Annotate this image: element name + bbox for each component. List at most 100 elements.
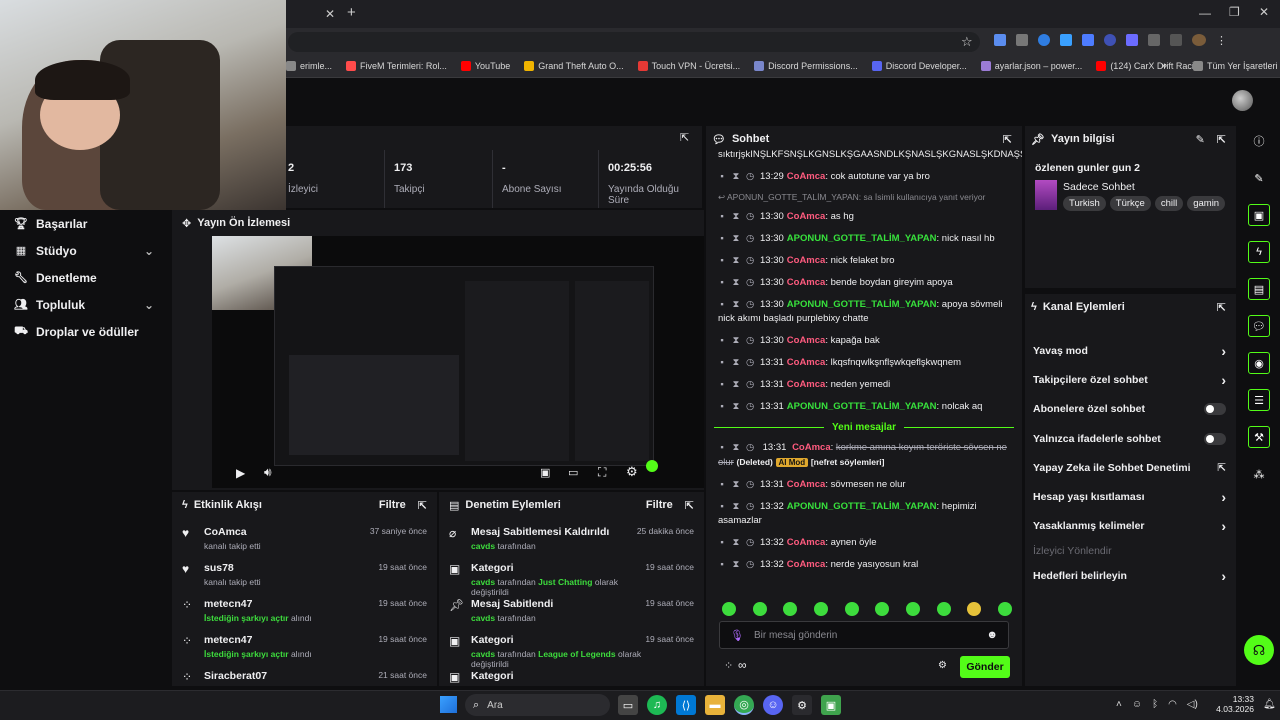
mod-action-item[interactable]: ▣ Kategori cavds tarafından League of Lege… — [439, 630, 704, 669]
discord-icon[interactable]: ☺ — [763, 695, 783, 715]
timeout-icon[interactable]: ⧗ — [732, 276, 740, 290]
volume-icon[interactable]: 🔊︎ — [264, 465, 272, 480]
discord-tray-icon[interactable]: ☺ — [1132, 699, 1142, 710]
list-icon[interactable]: ☰ — [1248, 389, 1270, 411]
activity-user[interactable]: metecn47 — [204, 598, 378, 610]
file-explorer-icon[interactable]: ▬ — [705, 695, 725, 715]
extension-icon[interactable] — [994, 34, 1006, 46]
chat-username[interactable]: APONUN_GOTTE_TALİM_YAPAN — [787, 299, 937, 310]
emoji-picker-icon[interactable]: ☻ — [986, 629, 998, 641]
emote-icon[interactable] — [936, 602, 951, 616]
pip-icon[interactable]: ▣ — [540, 466, 550, 479]
popout-icon[interactable]: ⇱ — [685, 499, 694, 512]
activity-item[interactable]: ⁘ metecn47 İstediğin şarkıyı açtır alındı 1… — [172, 594, 437, 630]
notification-icon[interactable]: 🔔︎ — [1263, 699, 1276, 710]
delete-icon[interactable]: ▪ — [718, 334, 726, 348]
volume-icon[interactable]: ◁) — [1187, 699, 1198, 710]
chat-message-deleted[interactable]: ▪ ⧗ ◷ 13:31 CoAmca: korkme amına koyım ter… — [706, 437, 1022, 474]
chat-username[interactable]: CoAmca — [787, 335, 826, 346]
bookmark-item[interactable]: Touch VPN - Ücretsi... — [637, 61, 740, 71]
info-icon[interactable]: ⓘ — [1248, 130, 1270, 152]
timeout-icon[interactable]: ⧗ — [732, 210, 740, 224]
chat-message[interactable]: ▪ ⧗ ◷ 13:30 CoAmca: kapağa bak — [706, 330, 1022, 352]
bookmark-item[interactable]: Discord Permissions... — [754, 61, 858, 71]
channel-action-row[interactable]: Hedefleri belirleyin › — [1025, 561, 1236, 590]
emote-icon[interactable] — [875, 602, 890, 616]
emote-icon[interactable] — [967, 602, 982, 616]
timeout-icon[interactable]: ⧗ — [732, 298, 740, 312]
popout-icon[interactable]: ⇱ — [680, 131, 689, 144]
delete-icon[interactable]: ▪ — [718, 298, 726, 312]
profile-switch-icon[interactable] — [1170, 34, 1182, 46]
popout-icon[interactable]: ⇱ — [1217, 301, 1226, 314]
chat-username[interactable]: APONUN_GOTTE_TALİM_YAPAN — [787, 401, 937, 412]
chat-username[interactable]: CoAmca — [787, 255, 826, 266]
chat-username[interactable]: CoAmca — [787, 277, 826, 288]
activity-user[interactable]: sus78 — [204, 562, 378, 574]
extension-icon[interactable] — [1016, 34, 1028, 46]
delete-icon[interactable]: ▪ — [718, 210, 726, 224]
chat-username[interactable]: CoAmca — [792, 442, 831, 453]
delete-icon[interactable]: ▪ — [718, 400, 726, 414]
delete-icon[interactable]: ▪ — [718, 536, 726, 550]
settings-app-icon[interactable]: ⚙ — [792, 695, 812, 715]
activity-item[interactable]: ♥ sus78 kanalı takip etti 19 saat önce — [172, 558, 437, 594]
emote-icon[interactable] — [997, 602, 1012, 616]
timeout-icon[interactable]: ⧗ — [732, 356, 740, 370]
menu-kebab-icon[interactable]: ⋮ — [1216, 34, 1227, 47]
star-icon[interactable]: ☆ — [961, 34, 973, 50]
stream-tag[interactable]: Turkish — [1063, 196, 1106, 211]
extension-icon[interactable] — [1082, 34, 1094, 46]
modactions-filter-button[interactable]: Filtre — [646, 499, 673, 511]
activity-user[interactable]: metecn47 — [204, 634, 378, 646]
new-tab-button[interactable]: + — [347, 4, 356, 21]
chat-settings-icon[interactable]: ⚙ — [938, 660, 947, 671]
spotify-icon[interactable]: ♫ — [647, 695, 667, 715]
broadcast-icon[interactable]: ◉ — [1248, 352, 1270, 374]
puzzle-icon[interactable] — [1148, 34, 1160, 46]
chat-username[interactable]: CoAmca — [787, 379, 826, 390]
chat-message[interactable]: ▪ ⧗ ◷ 13:31 CoAmca: neden yemedi — [706, 374, 1022, 396]
stream-tag[interactable]: Türkçe — [1109, 196, 1151, 211]
delete-icon[interactable]: ▪ — [718, 441, 726, 455]
vscode-icon[interactable]: ⟨⟩ — [676, 695, 696, 715]
channel-action-row[interactable]: Yasaklanmış kelimeler › — [1025, 512, 1236, 541]
community-icon[interactable]: ⁂ — [1248, 463, 1270, 485]
channel-points-icon[interactable]: ⁘ — [724, 659, 733, 672]
chat-username[interactable]: CoAmca — [787, 211, 826, 222]
chat-username[interactable]: CoAmca — [787, 537, 826, 548]
document-icon[interactable]: ▤ — [1248, 278, 1270, 300]
channel-action-row[interactable]: Yavaş mod › — [1025, 336, 1236, 365]
bookmark-item[interactable]: ayarlar.json – power... — [980, 61, 1082, 71]
bookmark-item[interactable]: YouTube — [460, 61, 510, 71]
timeout-icon[interactable]: ⧗ — [732, 400, 740, 414]
delete-icon[interactable]: ▪ — [718, 170, 726, 184]
sidebar-item[interactable]: ▦ Stüdyo ⌄ — [0, 237, 172, 264]
sidebar-item[interactable]: 👥︎ Topluluk ⌄ — [0, 291, 172, 318]
bluetooth-icon[interactable]: ᛒ — [1152, 699, 1158, 710]
close-tab-icon[interactable]: ✕ — [325, 7, 335, 21]
timeout-icon[interactable]: ⧗ — [732, 558, 740, 572]
mod-actor[interactable]: cavds — [471, 649, 495, 659]
chat-message[interactable]: ▪ ⧗ ◷ 13:32 APONUN_GOTTE_TALİM_YAPAN: hepimi… — [706, 496, 1022, 532]
user-avatar[interactable] — [1232, 90, 1253, 111]
all-bookmarks-button[interactable]: Tüm Yer İşaretleri — [1193, 61, 1278, 71]
stream-tag[interactable]: chill — [1154, 196, 1184, 211]
popout-icon[interactable]: ⇱ — [1003, 133, 1012, 146]
chat-message[interactable]: ▪ ⧗ ◷ 13:31 APONUN_GOTTE_TALİM_YAPAN: nolcak… — [706, 396, 1022, 418]
chat-username[interactable]: CoAmca — [787, 559, 826, 570]
bookmark-item[interactable]: Grand Theft Auto O... — [524, 61, 624, 71]
send-button[interactable]: Gönder — [960, 656, 1010, 678]
delete-icon[interactable]: ▪ — [718, 276, 726, 290]
channel-action-row[interactable]: Hesap yaşı kısıtlaması › — [1025, 482, 1236, 511]
timeout-icon[interactable]: ⧗ — [732, 378, 740, 392]
emote-icon[interactable] — [783, 602, 798, 616]
channel-action-row[interactable]: Yalnızca ifadelerle sohbet — [1025, 424, 1236, 453]
chat-username[interactable]: CoAmca — [787, 357, 826, 368]
emote-icon[interactable] — [844, 602, 859, 616]
profile-avatar-icon[interactable] — [1192, 34, 1206, 46]
delete-icon[interactable]: ▪ — [718, 254, 726, 268]
delete-icon[interactable]: ▪ — [718, 500, 726, 514]
windows-start-icon[interactable] — [440, 696, 457, 713]
activity-item[interactable]: ♥ CoAmca kanalı takip etti 37 saniye önce — [172, 522, 437, 558]
